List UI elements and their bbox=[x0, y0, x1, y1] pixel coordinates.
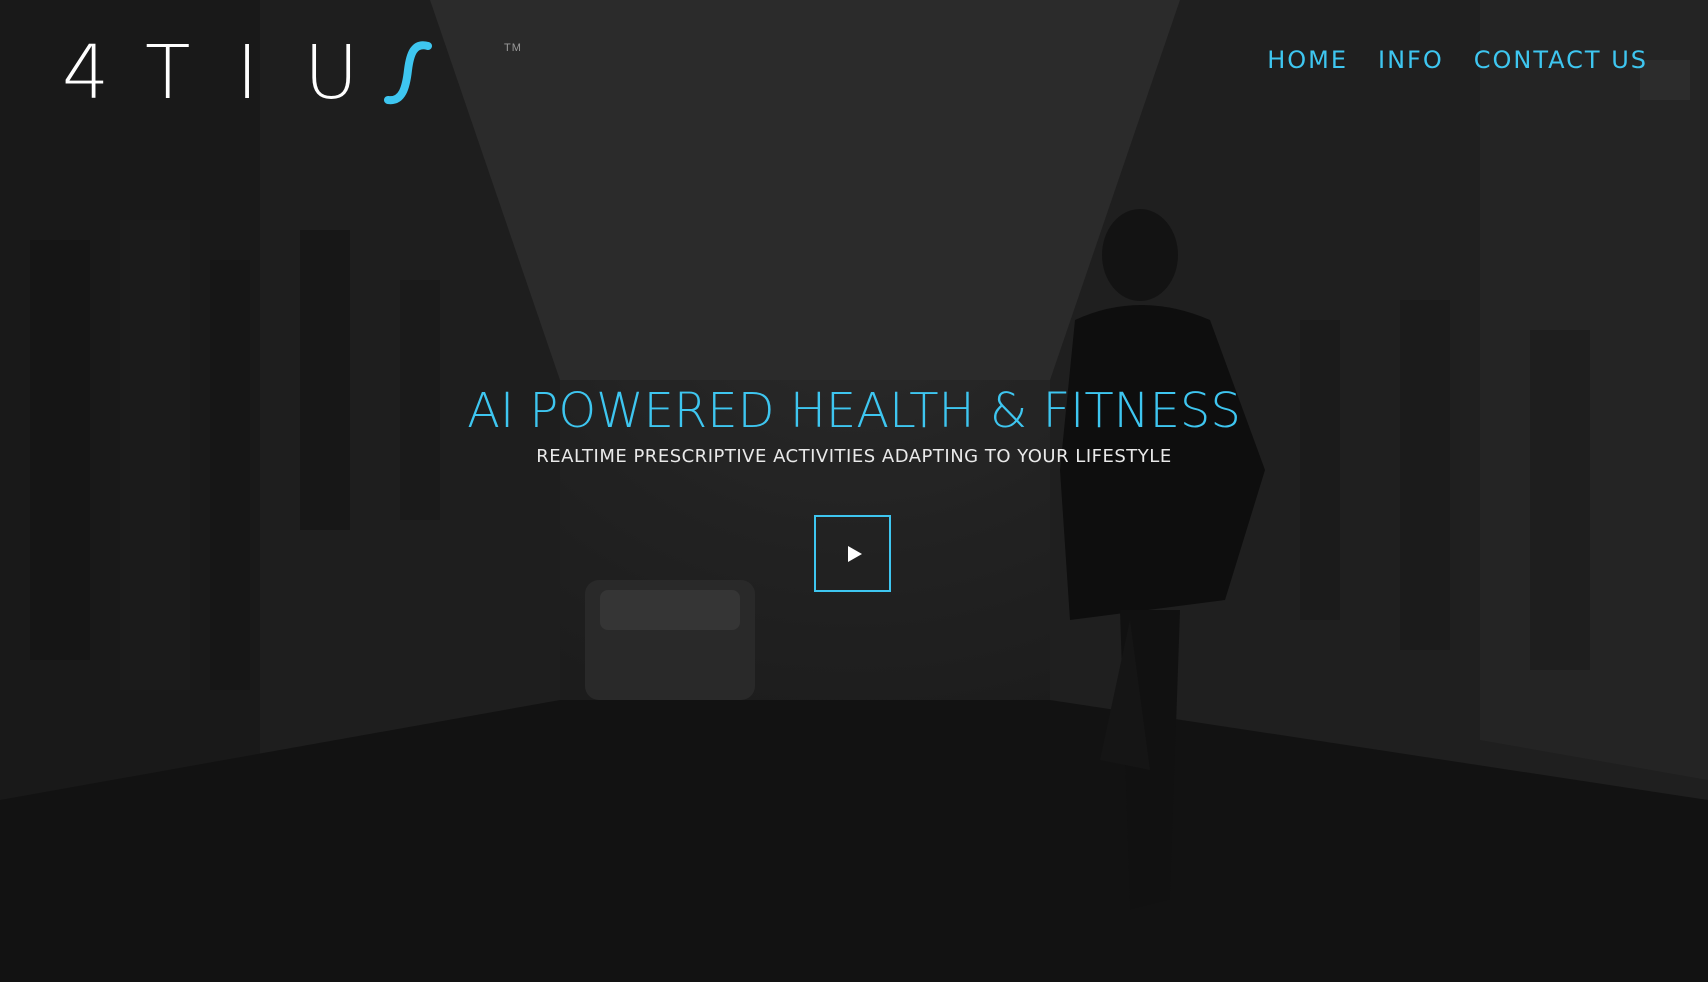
nav-contact-link[interactable]: CONTACT US bbox=[1474, 46, 1648, 74]
logo-letter-u: U bbox=[304, 30, 359, 116]
play-icon bbox=[847, 545, 862, 562]
play-video-button[interactable] bbox=[814, 515, 891, 592]
hero-subtitle: REALTIME PRESCRIPTIVE ACTIVITIES ADAPTIN… bbox=[536, 446, 1172, 467]
nav-info-link[interactable]: INFO bbox=[1378, 46, 1444, 74]
hero-section: AI POWERED HEALTH & FITNESS REALTIME PRE… bbox=[0, 382, 1708, 467]
nav-home-link[interactable]: HOME bbox=[1267, 46, 1348, 74]
logo-letter-4: 4 bbox=[62, 30, 110, 116]
landing-page: 4 T I U TM HOME INFO CONTACT US AI POWER… bbox=[0, 0, 1708, 982]
main-nav: HOME INFO CONTACT US bbox=[1267, 46, 1648, 74]
logo-letter-t: T bbox=[145, 30, 191, 116]
trademark-mark: TM bbox=[504, 42, 522, 54]
logo-letter-i: I bbox=[236, 30, 259, 116]
hero-title: AI POWERED HEALTH & FITNESS bbox=[467, 383, 1241, 439]
brand-logo[interactable]: 4 T I U TM bbox=[62, 30, 521, 116]
logo-wave-s-icon bbox=[384, 40, 436, 106]
dark-overlay bbox=[0, 0, 1708, 982]
